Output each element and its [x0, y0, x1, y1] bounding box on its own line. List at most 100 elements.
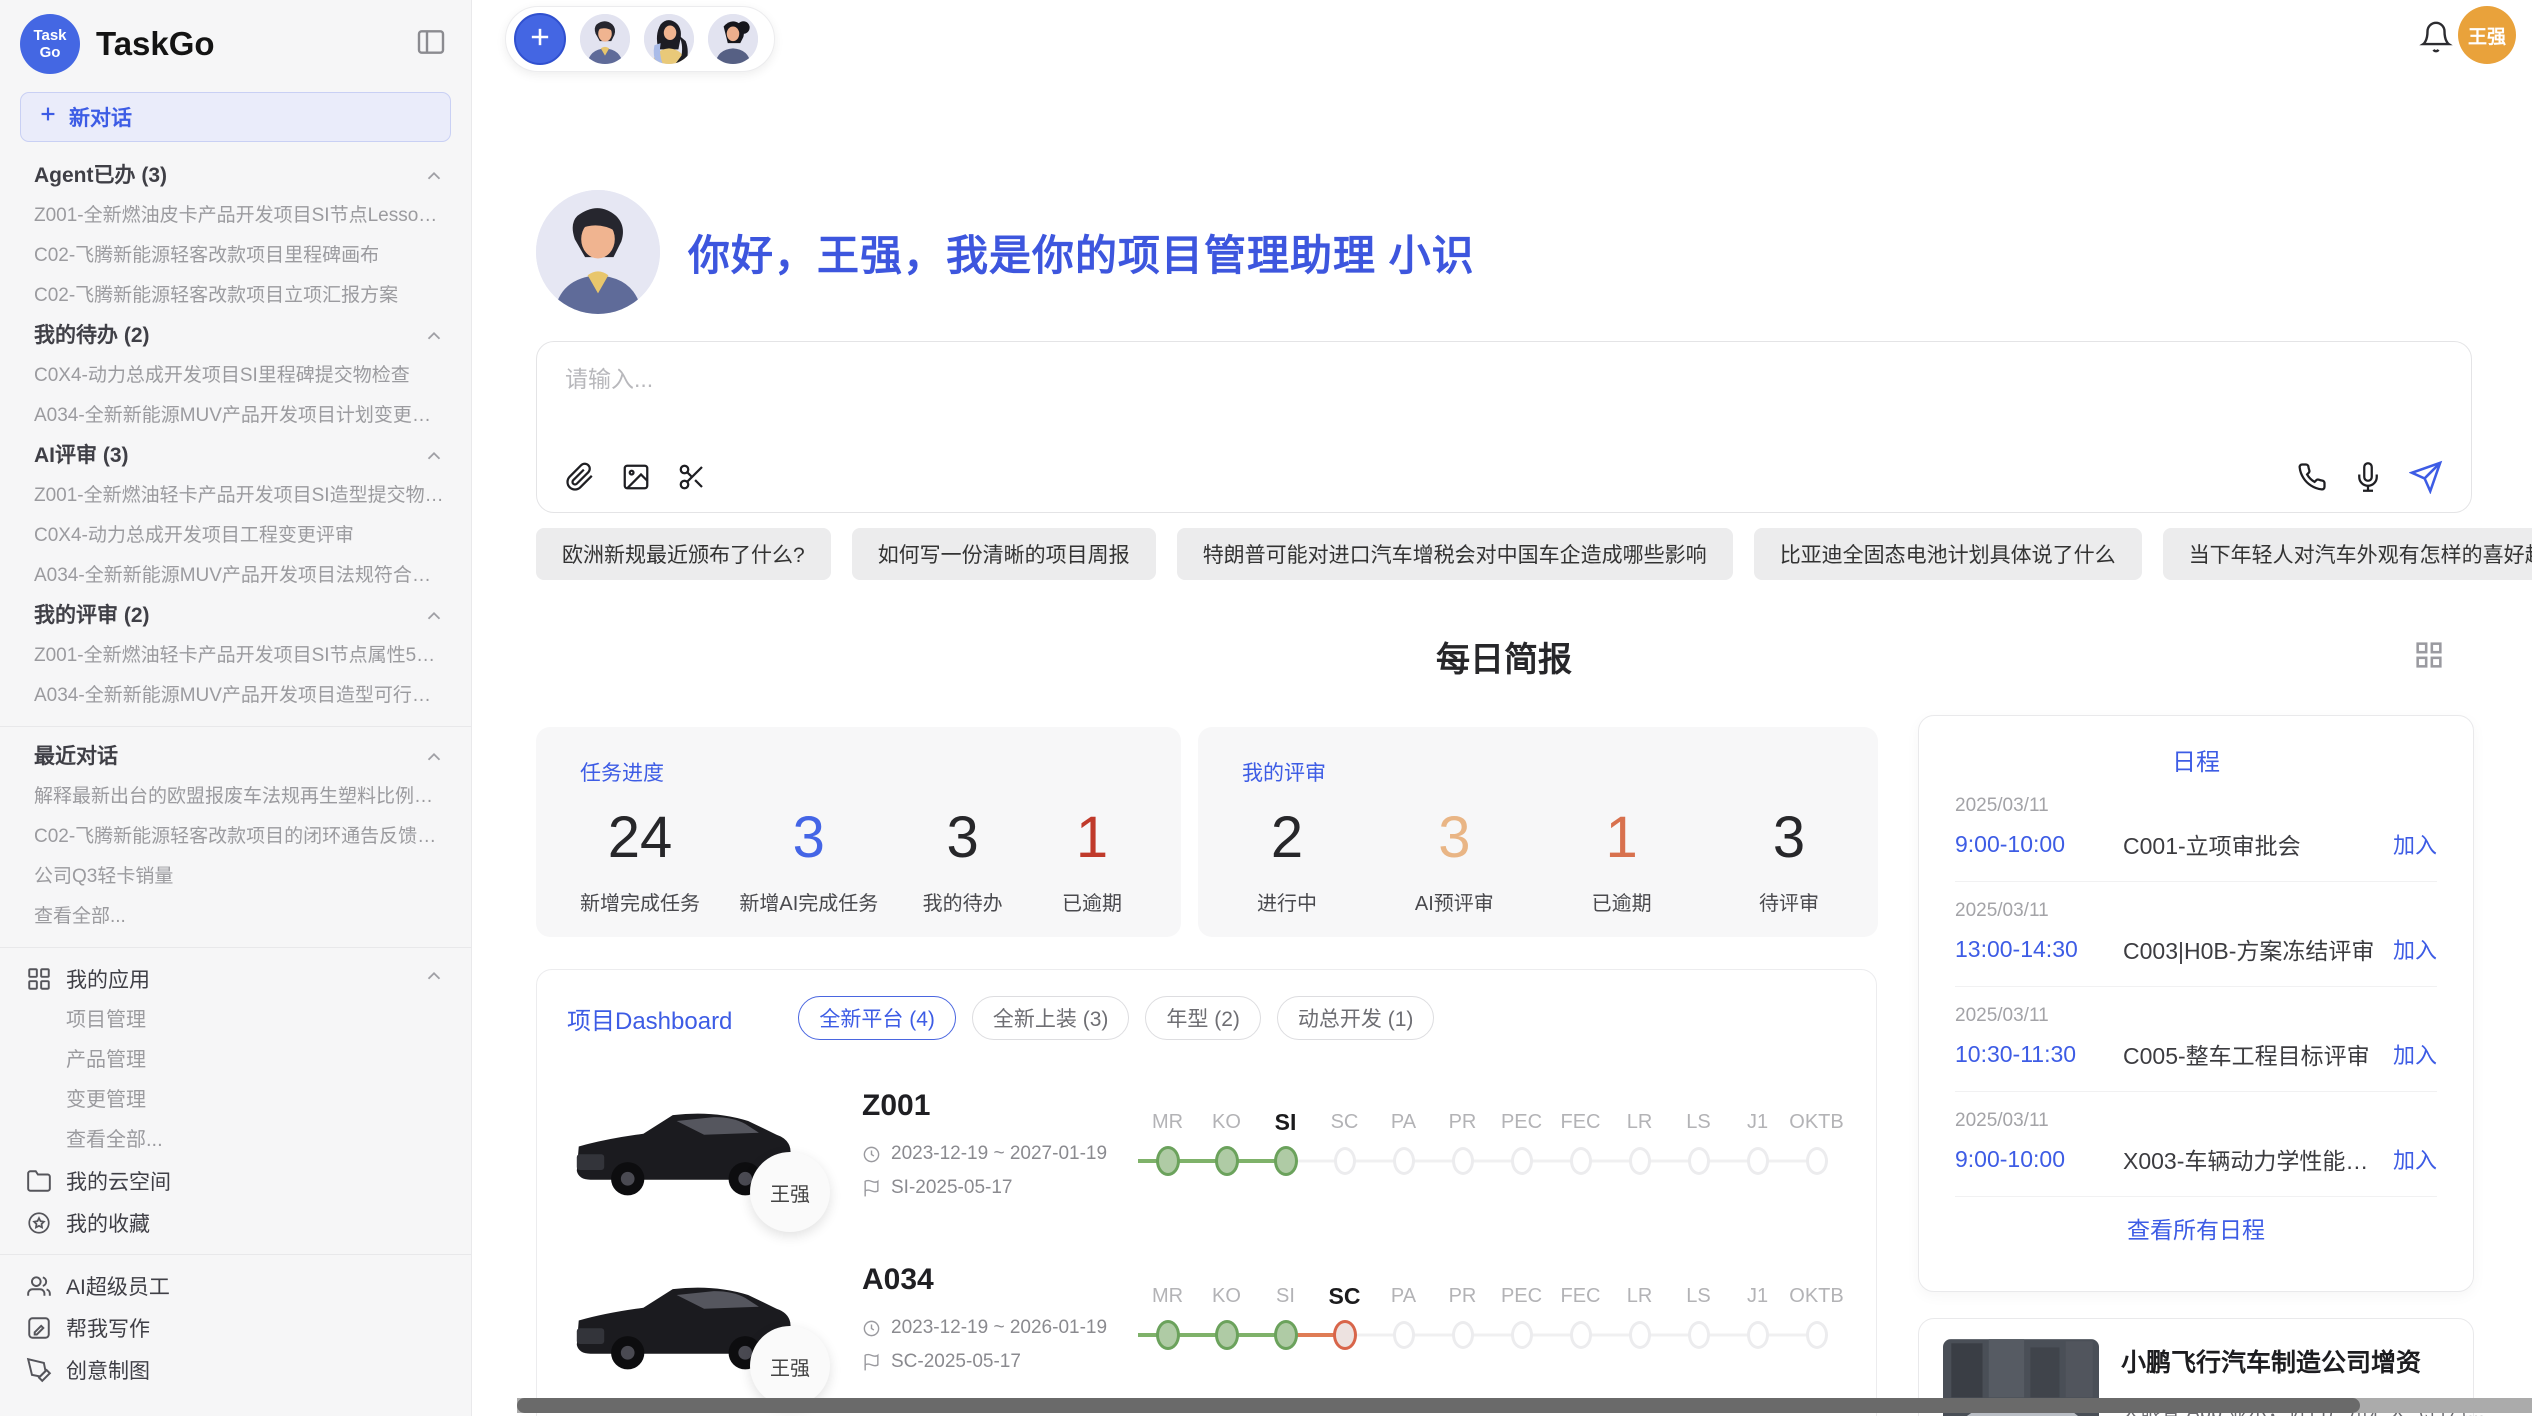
- flag-icon: [862, 1179, 881, 1198]
- milestone-label: MR: [1138, 1279, 1197, 1313]
- milestone-dot: [1274, 1320, 1298, 1350]
- milestone-label: SC: [1315, 1279, 1374, 1313]
- sidebar-collapse-icon[interactable]: [415, 26, 447, 63]
- filter-new-body[interactable]: 全新上装 (3): [972, 996, 1130, 1040]
- section-header-my-todo[interactable]: 我的待办 (2): [0, 316, 471, 356]
- attachment-icon[interactable]: [565, 462, 595, 492]
- divider: [0, 947, 471, 948]
- filter-new-platform[interactable]: 全新平台 (4): [798, 996, 956, 1040]
- milestone-label: OKTB: [1787, 1105, 1846, 1139]
- milestone-label: LS: [1669, 1105, 1728, 1139]
- clock-icon: [862, 1145, 881, 1164]
- list-item[interactable]: C0X4-动力总成开发项目工程变更评审: [0, 516, 471, 556]
- sidebar-item-help-me-write[interactable]: 帮我写作: [0, 1307, 471, 1349]
- milestone-dot: [1452, 1147, 1474, 1175]
- milestone-dot: [1747, 1147, 1769, 1175]
- add-agent-button[interactable]: [514, 13, 566, 65]
- sidebar-item-my-apps[interactable]: 我的应用: [0, 958, 471, 1000]
- card-title: 我的评审: [1242, 757, 1834, 787]
- suggestion-chip[interactable]: 当下年轻人对汽车外观有怎样的喜好趋势: [2163, 528, 2532, 580]
- horizontal-scrollbar-track[interactable]: [517, 1398, 2532, 1413]
- list-item[interactable]: 公司Q3轻卡销量: [0, 857, 471, 897]
- list-item[interactable]: A034-全新新能源MUV产品开发项目法规符合性评审: [0, 556, 471, 596]
- user-avatar[interactable]: 王强: [2458, 6, 2516, 64]
- send-icon[interactable]: [2409, 460, 2443, 494]
- image-icon[interactable]: [621, 462, 651, 492]
- join-link[interactable]: 加入: [2393, 828, 2437, 860]
- view-all-apps[interactable]: 查看全部...: [0, 1120, 471, 1160]
- milestone-dot: [1629, 1147, 1651, 1175]
- sidebar-item-ai-super-staff[interactable]: AI超级员工: [0, 1265, 471, 1307]
- chat-input[interactable]: [565, 366, 1765, 393]
- schedule-time[interactable]: 13:00-14:30: [1955, 936, 2123, 963]
- sidebar-item-favorites[interactable]: 我的收藏: [0, 1202, 471, 1244]
- schedule-time[interactable]: 9:00-10:00: [1955, 1146, 2123, 1173]
- list-item[interactable]: C02-飞腾新能源轻客改款项目的闭环通告反馈情况: [0, 817, 471, 857]
- sidebar-item-cloud-space[interactable]: 我的云空间: [0, 1160, 471, 1202]
- sidebar-item-change-mgmt[interactable]: 变更管理: [0, 1080, 471, 1120]
- section-header-agent-done[interactable]: Agent已办 (3): [0, 156, 471, 196]
- list-item[interactable]: Z001-全新燃油轻卡产品开发项目SI节点属性5D文件评审: [0, 636, 471, 676]
- list-item[interactable]: Z001-全新燃油皮卡产品开发项目SI节点Lesson Learn报告: [0, 196, 471, 236]
- scissors-icon[interactable]: [677, 462, 707, 492]
- milestone-label: LR: [1610, 1105, 1669, 1139]
- view-all-schedule-link[interactable]: 查看所有日程: [1955, 1211, 2437, 1245]
- list-item[interactable]: A034-全新新能源MUV产品开发项目造型可行性评审: [0, 676, 471, 716]
- list-item[interactable]: C0X4-动力总成开发项目SI里程碑提交物检查: [0, 356, 471, 396]
- notification-bell-icon[interactable]: [2419, 20, 2453, 59]
- sidebar-item-project-mgmt[interactable]: 项目管理: [0, 1000, 471, 1040]
- section-header-ai-review[interactable]: AI评审 (3): [0, 436, 471, 476]
- suggestion-chip[interactable]: 特朗普可能对进口汽车增税会对中国车企造成哪些影响: [1177, 528, 1733, 580]
- milestone-dot: [1274, 1146, 1298, 1176]
- milestone-dot: [1393, 1147, 1415, 1175]
- sidebar-item-creative-drawing[interactable]: 创意制图: [0, 1349, 471, 1391]
- list-item[interactable]: A034-全新新能源MUV产品开发项目计划变更表编写: [0, 396, 471, 436]
- plus-icon: [526, 23, 554, 56]
- milestone-dot: [1688, 1147, 1710, 1175]
- flag-icon: [862, 1353, 881, 1372]
- suggestion-chip[interactable]: 欧洲新规最近颁布了什么?: [536, 528, 831, 580]
- chevron-up-icon: [423, 965, 445, 993]
- filter-model-year[interactable]: 年型 (2): [1145, 996, 1261, 1040]
- list-item[interactable]: C02-飞腾新能源轻客改款项目立项汇报方案: [0, 276, 471, 316]
- suggestion-chip[interactable]: 比亚迪全固态电池计划具体说了什么: [1754, 528, 2142, 580]
- horizontal-scrollbar-thumb[interactable]: [517, 1398, 2360, 1413]
- list-item[interactable]: 解释最新出台的欧盟报废车法规再生塑料比例被调至15%...: [0, 777, 471, 817]
- avatar[interactable]: [580, 14, 630, 64]
- avatar[interactable]: [644, 14, 694, 64]
- new-chat-label: 新对话: [69, 102, 132, 132]
- divider: [0, 1254, 471, 1255]
- layout-grid-icon[interactable]: [2412, 638, 2446, 677]
- join-link[interactable]: 加入: [2393, 933, 2437, 965]
- project-row[interactable]: 王强 A034 2023-12-19 ~ 2026-01-19 SC-2025-…: [567, 1248, 1846, 1388]
- filter-powertrain[interactable]: 动总开发 (1): [1277, 996, 1435, 1040]
- card-title: 任务进度: [580, 757, 1137, 787]
- project-dashboard: 项目Dashboard 全新平台 (4) 全新上装 (3) 年型 (2) 动总开…: [536, 969, 1877, 1416]
- app-logo: Task Go: [20, 14, 80, 74]
- schedule-item: 2025/03/11 10:30-11:30 C005-整车工程目标评审 加入: [1955, 987, 2437, 1092]
- section-header-my-review[interactable]: 我的评审 (2): [0, 596, 471, 636]
- stat-overdue: 1 已逾期: [1577, 803, 1667, 916]
- join-link[interactable]: 加入: [2393, 1143, 2437, 1175]
- milestone-dot: [1806, 1147, 1828, 1175]
- join-link[interactable]: 加入: [2393, 1038, 2437, 1070]
- avatar[interactable]: [708, 14, 758, 64]
- chevron-up-icon: [423, 165, 445, 187]
- view-all-chats[interactable]: 查看全部...: [0, 897, 471, 937]
- schedule-panel: 日程 2025/03/11 9:00-10:00 C001-立项审批会 加入 2…: [1918, 715, 2474, 1292]
- milestone-label: PEC: [1492, 1279, 1551, 1313]
- schedule-time[interactable]: 9:00-10:00: [1955, 831, 2123, 858]
- suggestion-chip[interactable]: 如何写一份清晰的项目周报: [852, 528, 1156, 580]
- section-header-recent-chats[interactable]: 最近对话: [0, 737, 471, 777]
- list-item[interactable]: C02-飞腾新能源轻客改款项目里程碑画布: [0, 236, 471, 276]
- milestone-dot: [1747, 1321, 1769, 1349]
- new-chat-button[interactable]: 新对话: [20, 92, 451, 142]
- project-row[interactable]: 王强 Z001 2023-12-19 ~ 2027-01-19 SI-2025-…: [567, 1074, 1846, 1214]
- list-item[interactable]: Z001-全新燃油轻卡产品开发项目SI造型提交物评审: [0, 476, 471, 516]
- schedule-time[interactable]: 10:30-11:30: [1955, 1041, 2123, 1068]
- milestone-dot: [1806, 1321, 1828, 1349]
- microphone-icon[interactable]: [2353, 462, 2383, 492]
- milestone-label: SC: [1315, 1105, 1374, 1139]
- phone-icon[interactable]: [2297, 462, 2327, 492]
- sidebar-item-product-mgmt[interactable]: 产品管理: [0, 1040, 471, 1080]
